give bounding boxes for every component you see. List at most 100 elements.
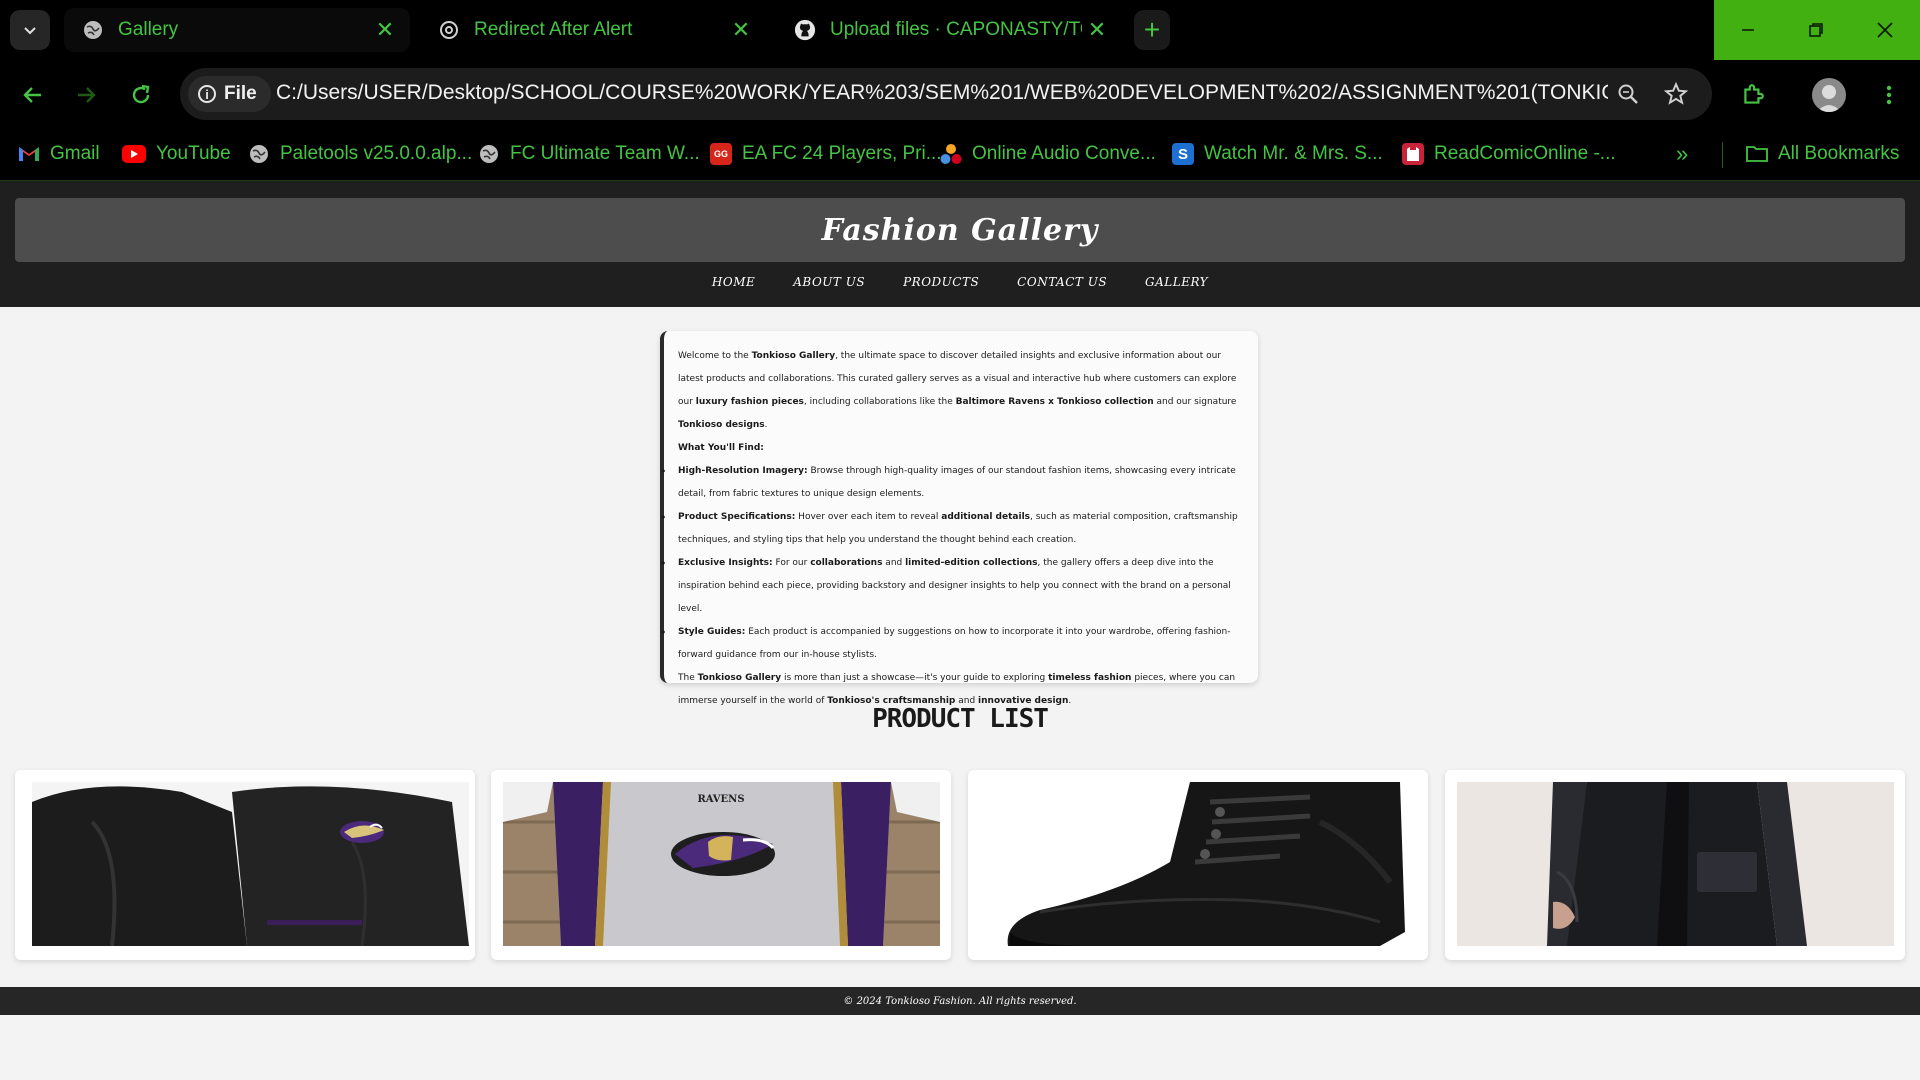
tab-gallery[interactable]: Gallery ✕ xyxy=(64,8,410,52)
bookmark-label: FC Ultimate Team W... xyxy=(510,143,700,164)
info-icon: i xyxy=(198,85,216,103)
bookmark-fc-ultimate-team[interactable]: FC Ultimate Team W... xyxy=(478,138,700,170)
minimize-icon xyxy=(1742,29,1754,31)
arrow-left-icon xyxy=(23,87,41,103)
folder-icon xyxy=(1746,143,1768,165)
bookmarks-bar: Gmail YouTube Paletools v25.0.0.alp... F… xyxy=(0,130,1920,181)
site-nav: HOME ABOUT US PRODUCTS CONTACT US GALLER… xyxy=(0,275,1920,289)
product-image[interactable] xyxy=(980,782,1417,946)
tab-redirect[interactable]: Redirect After Alert ✕ xyxy=(420,8,766,52)
product-card-leather-jacket[interactable] xyxy=(1445,770,1905,960)
site-info-chip[interactable]: i File xyxy=(188,76,271,112)
close-icon[interactable]: ✕ xyxy=(1082,15,1112,45)
list-item: Style Guides: Each product is accompanie… xyxy=(660,621,1242,667)
close-icon xyxy=(1877,22,1893,38)
bookmark-audio-converter[interactable]: Online Audio Conve... xyxy=(940,138,1156,170)
product-image[interactable] xyxy=(1457,782,1894,946)
new-tab-button[interactable]: + xyxy=(1134,10,1170,50)
site-info-label: File xyxy=(224,83,257,104)
list-item: Product Specifications: Hover over each … xyxy=(660,506,1242,552)
zoom-button[interactable] xyxy=(1614,80,1642,108)
site-title: Fashion Gallery xyxy=(821,212,1099,248)
site-banner: Fashion Gallery xyxy=(15,198,1905,262)
bookmark-label: ReadComicOnline -... xyxy=(1434,143,1616,164)
zoom-icon xyxy=(1618,84,1638,104)
product-image[interactable] xyxy=(32,782,469,946)
close-window-button[interactable] xyxy=(1850,0,1920,60)
arrow-right-icon xyxy=(78,87,96,103)
bookmark-label: All Bookmarks xyxy=(1778,143,1900,164)
tab-title: Redirect After Alert xyxy=(474,19,633,40)
tab-upload-files[interactable]: Upload files · CAPONASTY/TON ✕ xyxy=(776,8,1122,52)
list-item: Exclusive Insights: For our collaboratio… xyxy=(660,552,1242,621)
puzzle-icon xyxy=(1744,84,1764,104)
tab-title: Gallery xyxy=(118,19,179,40)
product-card-ravens-black-jacket[interactable] xyxy=(15,770,475,960)
find-heading: What You'll Find: xyxy=(678,443,764,453)
bookmark-gmail[interactable]: Gmail xyxy=(18,138,100,170)
list-item: High-Resolution Imagery: Browse through … xyxy=(660,460,1242,506)
bookmark-label: YouTube xyxy=(156,143,231,164)
globe-icon xyxy=(478,143,500,165)
chevron-double-right-icon: » xyxy=(1676,141,1689,166)
bookmark-paletools[interactable]: Paletools v25.0.0.alp... xyxy=(248,138,472,170)
black-jacket-image xyxy=(32,782,469,946)
nav-gallery[interactable]: GALLERY xyxy=(1145,275,1208,289)
reload-button[interactable] xyxy=(126,80,156,110)
gmail-icon xyxy=(18,143,40,165)
menu-button[interactable] xyxy=(1874,80,1904,110)
audio-converter-icon xyxy=(940,143,962,165)
openai-icon xyxy=(438,19,460,41)
globe-icon xyxy=(248,143,270,165)
bookmark-label: Paletools v25.0.0.alp... xyxy=(280,143,473,164)
more-vertical-icon xyxy=(1886,85,1892,105)
more-bookmarks-button[interactable]: » xyxy=(1676,138,1688,170)
address-bar[interactable]: i File C:/Users/USER/Desktop/SCHOOL/COUR… xyxy=(180,68,1712,120)
close-icon[interactable]: ✕ xyxy=(726,15,756,45)
bookmark-label: Online Audio Conve... xyxy=(972,143,1156,164)
gallery-intro: Welcome to the Tonkioso Gallery, the ult… xyxy=(660,331,1258,706)
youtube-icon xyxy=(122,145,146,163)
product-image[interactable]: RAVENS xyxy=(503,782,940,946)
extensions-button[interactable] xyxy=(1738,80,1768,110)
site-footer: © 2024 Tonkioso Fashion. All rights rese… xyxy=(0,987,1920,1015)
divider xyxy=(1722,142,1723,168)
close-icon[interactable]: ✕ xyxy=(370,15,400,45)
leather-jacket-image xyxy=(1457,782,1894,946)
minimize-button[interactable] xyxy=(1714,0,1782,60)
avatar[interactable] xyxy=(1812,78,1846,112)
product-card-ravens-jersey[interactable]: RAVENS xyxy=(491,770,951,960)
all-bookmarks-button[interactable]: All Bookmarks xyxy=(1746,138,1899,170)
streaming-icon: S xyxy=(1172,143,1194,165)
bookmark-star-button[interactable] xyxy=(1662,80,1690,108)
web-page: Fashion Gallery HOME ABOUT US PRODUCTS C… xyxy=(0,181,1920,1080)
product-list-title: PRODUCT LIST xyxy=(872,704,1049,734)
globe-icon xyxy=(82,19,104,41)
nav-contact-us[interactable]: CONTACT US xyxy=(1017,275,1107,289)
product-card-black-leather-boot[interactable] xyxy=(968,770,1428,960)
restore-button[interactable] xyxy=(1782,0,1850,60)
nav-products[interactable]: PRODUCTS xyxy=(903,275,979,289)
nav-about-us[interactable]: ABOUT US xyxy=(793,275,865,289)
bookmark-streaming[interactable]: S Watch Mr. & Mrs. S... xyxy=(1172,138,1383,170)
black-boot-image xyxy=(980,782,1417,946)
bookmark-futgg[interactable]: GG EA FC 24 Players, Pri... xyxy=(710,138,942,170)
tab-search-button[interactable] xyxy=(10,10,50,50)
url-text[interactable]: C:/Users/USER/Desktop/SCHOOL/COURSE%20WO… xyxy=(276,81,1608,105)
tab-bar: Gallery ✕ Redirect After Alert ✕ Upload … xyxy=(0,0,1920,60)
bookmark-label: Gmail xyxy=(50,143,100,164)
bookmark-youtube[interactable]: YouTube xyxy=(122,138,231,170)
site-header: Fashion Gallery HOME ABOUT US PRODUCTS C… xyxy=(0,181,1920,307)
bookmark-readcomiconline[interactable]: ReadComicOnline -... xyxy=(1402,138,1616,170)
copyright-text: © 2024 Tonkioso Fashion. All rights rese… xyxy=(843,995,1077,1007)
chevron-down-icon xyxy=(24,27,36,35)
github-icon xyxy=(794,19,816,41)
intro-paragraph: Welcome to the Tonkioso Gallery, the ult… xyxy=(678,351,1237,430)
bookmark-label: Watch Mr. & Mrs. S... xyxy=(1204,143,1383,164)
nav-home[interactable]: HOME xyxy=(712,275,755,289)
bookmark-label: EA FC 24 Players, Pri... xyxy=(742,143,942,164)
feature-list: High-Resolution Imagery: Browse through … xyxy=(660,460,1242,667)
forward-button[interactable] xyxy=(71,80,101,110)
tab-title: Upload files · CAPONASTY/TON xyxy=(830,19,1082,40)
back-button[interactable] xyxy=(18,80,48,110)
